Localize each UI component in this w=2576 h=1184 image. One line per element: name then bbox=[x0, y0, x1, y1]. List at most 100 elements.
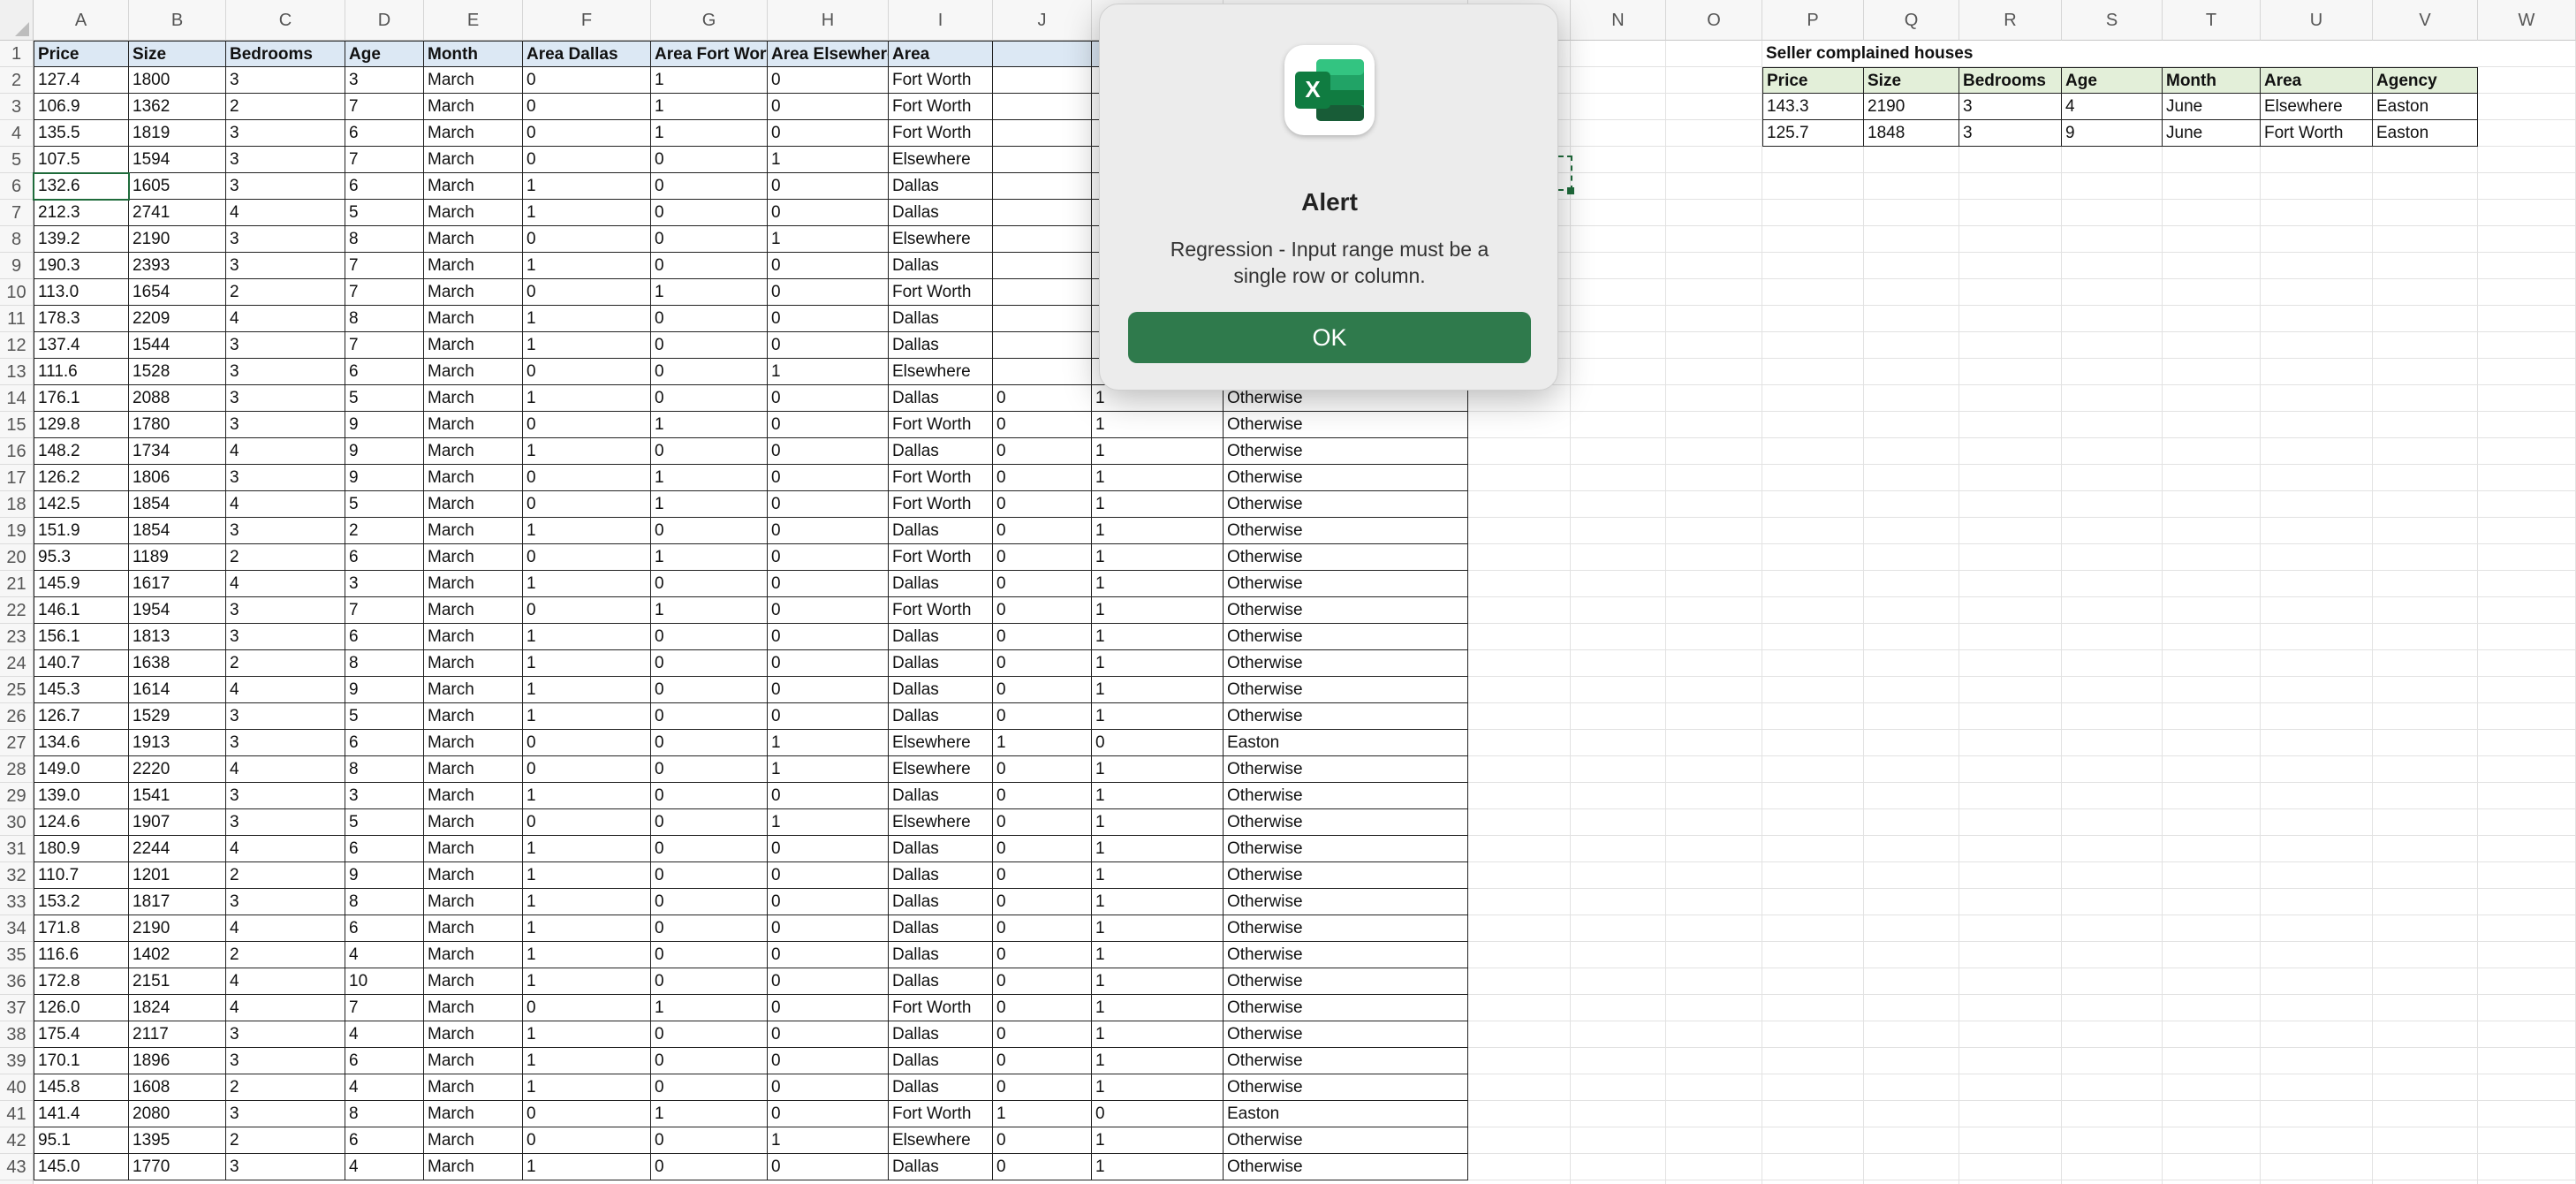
table-cell[interactable]: 1 bbox=[523, 332, 651, 359]
table-cell[interactable]: Dallas bbox=[889, 438, 993, 465]
table-cell[interactable]: 6 bbox=[345, 624, 424, 650]
table-cell[interactable]: 0 bbox=[768, 703, 889, 730]
table-cell[interactable]: 0 bbox=[651, 915, 768, 942]
table-cell[interactable]: March bbox=[424, 995, 523, 1021]
table-cell[interactable]: 1 bbox=[523, 1048, 651, 1074]
cell[interactable] bbox=[2478, 889, 2576, 915]
cell[interactable] bbox=[2261, 809, 2373, 836]
table-cell[interactable]: 139.0 bbox=[34, 783, 129, 809]
cell[interactable] bbox=[1959, 1127, 2062, 1154]
cell[interactable] bbox=[2163, 677, 2261, 703]
cell[interactable] bbox=[1864, 942, 1959, 968]
table-cell[interactable]: 1 bbox=[651, 544, 768, 571]
cell[interactable] bbox=[1468, 809, 1571, 836]
cell[interactable] bbox=[1762, 465, 1864, 491]
row-header-19[interactable]: 19 bbox=[0, 518, 34, 544]
table-cell[interactable]: 4 bbox=[345, 1154, 424, 1180]
cell[interactable] bbox=[1571, 385, 1666, 412]
cell[interactable] bbox=[1959, 650, 2062, 677]
table-cell[interactable]: 2190 bbox=[1864, 94, 1959, 120]
cell[interactable] bbox=[2261, 1074, 2373, 1101]
row-header-20[interactable]: 20 bbox=[0, 544, 34, 571]
table-cell[interactable]: 0 bbox=[651, 1127, 768, 1154]
table-cell[interactable]: 3 bbox=[226, 67, 345, 94]
table-cell[interactable]: March bbox=[424, 730, 523, 756]
table-cell[interactable]: 1 bbox=[651, 995, 768, 1021]
cell[interactable] bbox=[1959, 147, 2062, 173]
cell[interactable] bbox=[2062, 438, 2163, 465]
cell[interactable] bbox=[1571, 1021, 1666, 1048]
cell[interactable] bbox=[1571, 889, 1666, 915]
table-cell[interactable]: 6 bbox=[345, 120, 424, 147]
cell[interactable] bbox=[2478, 624, 2576, 650]
cell[interactable] bbox=[1571, 836, 1666, 862]
table-cell[interactable]: 1 bbox=[1092, 915, 1224, 942]
table-cell[interactable]: 2 bbox=[226, 862, 345, 889]
table-cell[interactable]: 1907 bbox=[129, 809, 226, 836]
table-cell[interactable]: 2088 bbox=[129, 385, 226, 412]
cell[interactable] bbox=[1762, 306, 1864, 332]
column-header-a[interactable]: A bbox=[34, 0, 129, 41]
cell[interactable] bbox=[2478, 809, 2576, 836]
cell[interactable] bbox=[1762, 809, 1864, 836]
table-cell[interactable]: 1 bbox=[1092, 889, 1224, 915]
cell[interactable] bbox=[1666, 518, 1762, 544]
table-cell[interactable]: 0 bbox=[768, 94, 889, 120]
table-cell[interactable]: 145.8 bbox=[34, 1074, 129, 1101]
table-cell[interactable]: 0 bbox=[1092, 1101, 1224, 1127]
row-header-30[interactable]: 30 bbox=[0, 809, 34, 836]
row-header-13[interactable]: 13 bbox=[0, 359, 34, 385]
table-cell[interactable]: 126.7 bbox=[34, 703, 129, 730]
table-cell[interactable] bbox=[993, 200, 1092, 226]
cell[interactable] bbox=[2062, 862, 2163, 889]
cell[interactable] bbox=[2478, 703, 2576, 730]
table-cell[interactable]: 170.1 bbox=[34, 1048, 129, 1074]
table-cell[interactable]: 146.1 bbox=[34, 597, 129, 624]
cell[interactable] bbox=[2062, 306, 2163, 332]
cell[interactable] bbox=[1666, 1021, 1762, 1048]
cell[interactable] bbox=[2478, 465, 2576, 491]
table-cell[interactable]: 0 bbox=[651, 1048, 768, 1074]
table-cell[interactable]: Otherwise bbox=[1224, 1127, 1468, 1154]
cell[interactable] bbox=[2163, 836, 2261, 862]
cell[interactable] bbox=[2373, 465, 2478, 491]
column-header-p[interactable]: P bbox=[1762, 0, 1864, 41]
cell[interactable] bbox=[1468, 836, 1571, 862]
table-cell[interactable]: 1854 bbox=[129, 491, 226, 518]
cell[interactable] bbox=[2062, 1048, 2163, 1074]
table-cell[interactable]: 0 bbox=[993, 597, 1092, 624]
table-cell[interactable]: March bbox=[424, 1074, 523, 1101]
table-cell[interactable]: 0 bbox=[768, 624, 889, 650]
cell[interactable] bbox=[1864, 226, 1959, 253]
column-header-o[interactable]: O bbox=[1666, 0, 1762, 41]
cell[interactable] bbox=[2373, 1127, 2478, 1154]
cell[interactable] bbox=[1959, 889, 2062, 915]
table-cell[interactable]: 7 bbox=[345, 332, 424, 359]
cell[interactable] bbox=[2478, 94, 2576, 120]
table-cell[interactable]: 6 bbox=[345, 173, 424, 200]
table-cell[interactable]: 1854 bbox=[129, 518, 226, 544]
row-header-28[interactable]: 28 bbox=[0, 756, 34, 783]
cell[interactable] bbox=[1571, 677, 1666, 703]
column-header-q[interactable]: Q bbox=[1864, 0, 1959, 41]
table-cell[interactable]: Dallas bbox=[889, 253, 993, 279]
table-cell[interactable]: 0 bbox=[523, 809, 651, 836]
cell[interactable] bbox=[1959, 518, 2062, 544]
cell[interactable] bbox=[1864, 200, 1959, 226]
cell[interactable] bbox=[1571, 120, 1666, 147]
cell[interactable] bbox=[2373, 730, 2478, 756]
table-cell[interactable]: 1 bbox=[651, 412, 768, 438]
cell[interactable] bbox=[1666, 915, 1762, 942]
table-cell[interactable]: Elsewhere bbox=[2261, 94, 2373, 120]
header-cell[interactable]: Size bbox=[1864, 67, 1959, 94]
cell[interactable] bbox=[2062, 995, 2163, 1021]
table-cell[interactable]: Otherwise bbox=[1224, 995, 1468, 1021]
table-cell[interactable]: 1817 bbox=[129, 889, 226, 915]
table-cell[interactable]: 8 bbox=[345, 889, 424, 915]
cell[interactable] bbox=[2261, 544, 2373, 571]
cell[interactable] bbox=[2163, 173, 2261, 200]
cell[interactable] bbox=[2163, 253, 2261, 279]
cell[interactable] bbox=[2062, 1101, 2163, 1127]
cell[interactable] bbox=[2163, 1074, 2261, 1101]
cell[interactable] bbox=[2478, 173, 2576, 200]
